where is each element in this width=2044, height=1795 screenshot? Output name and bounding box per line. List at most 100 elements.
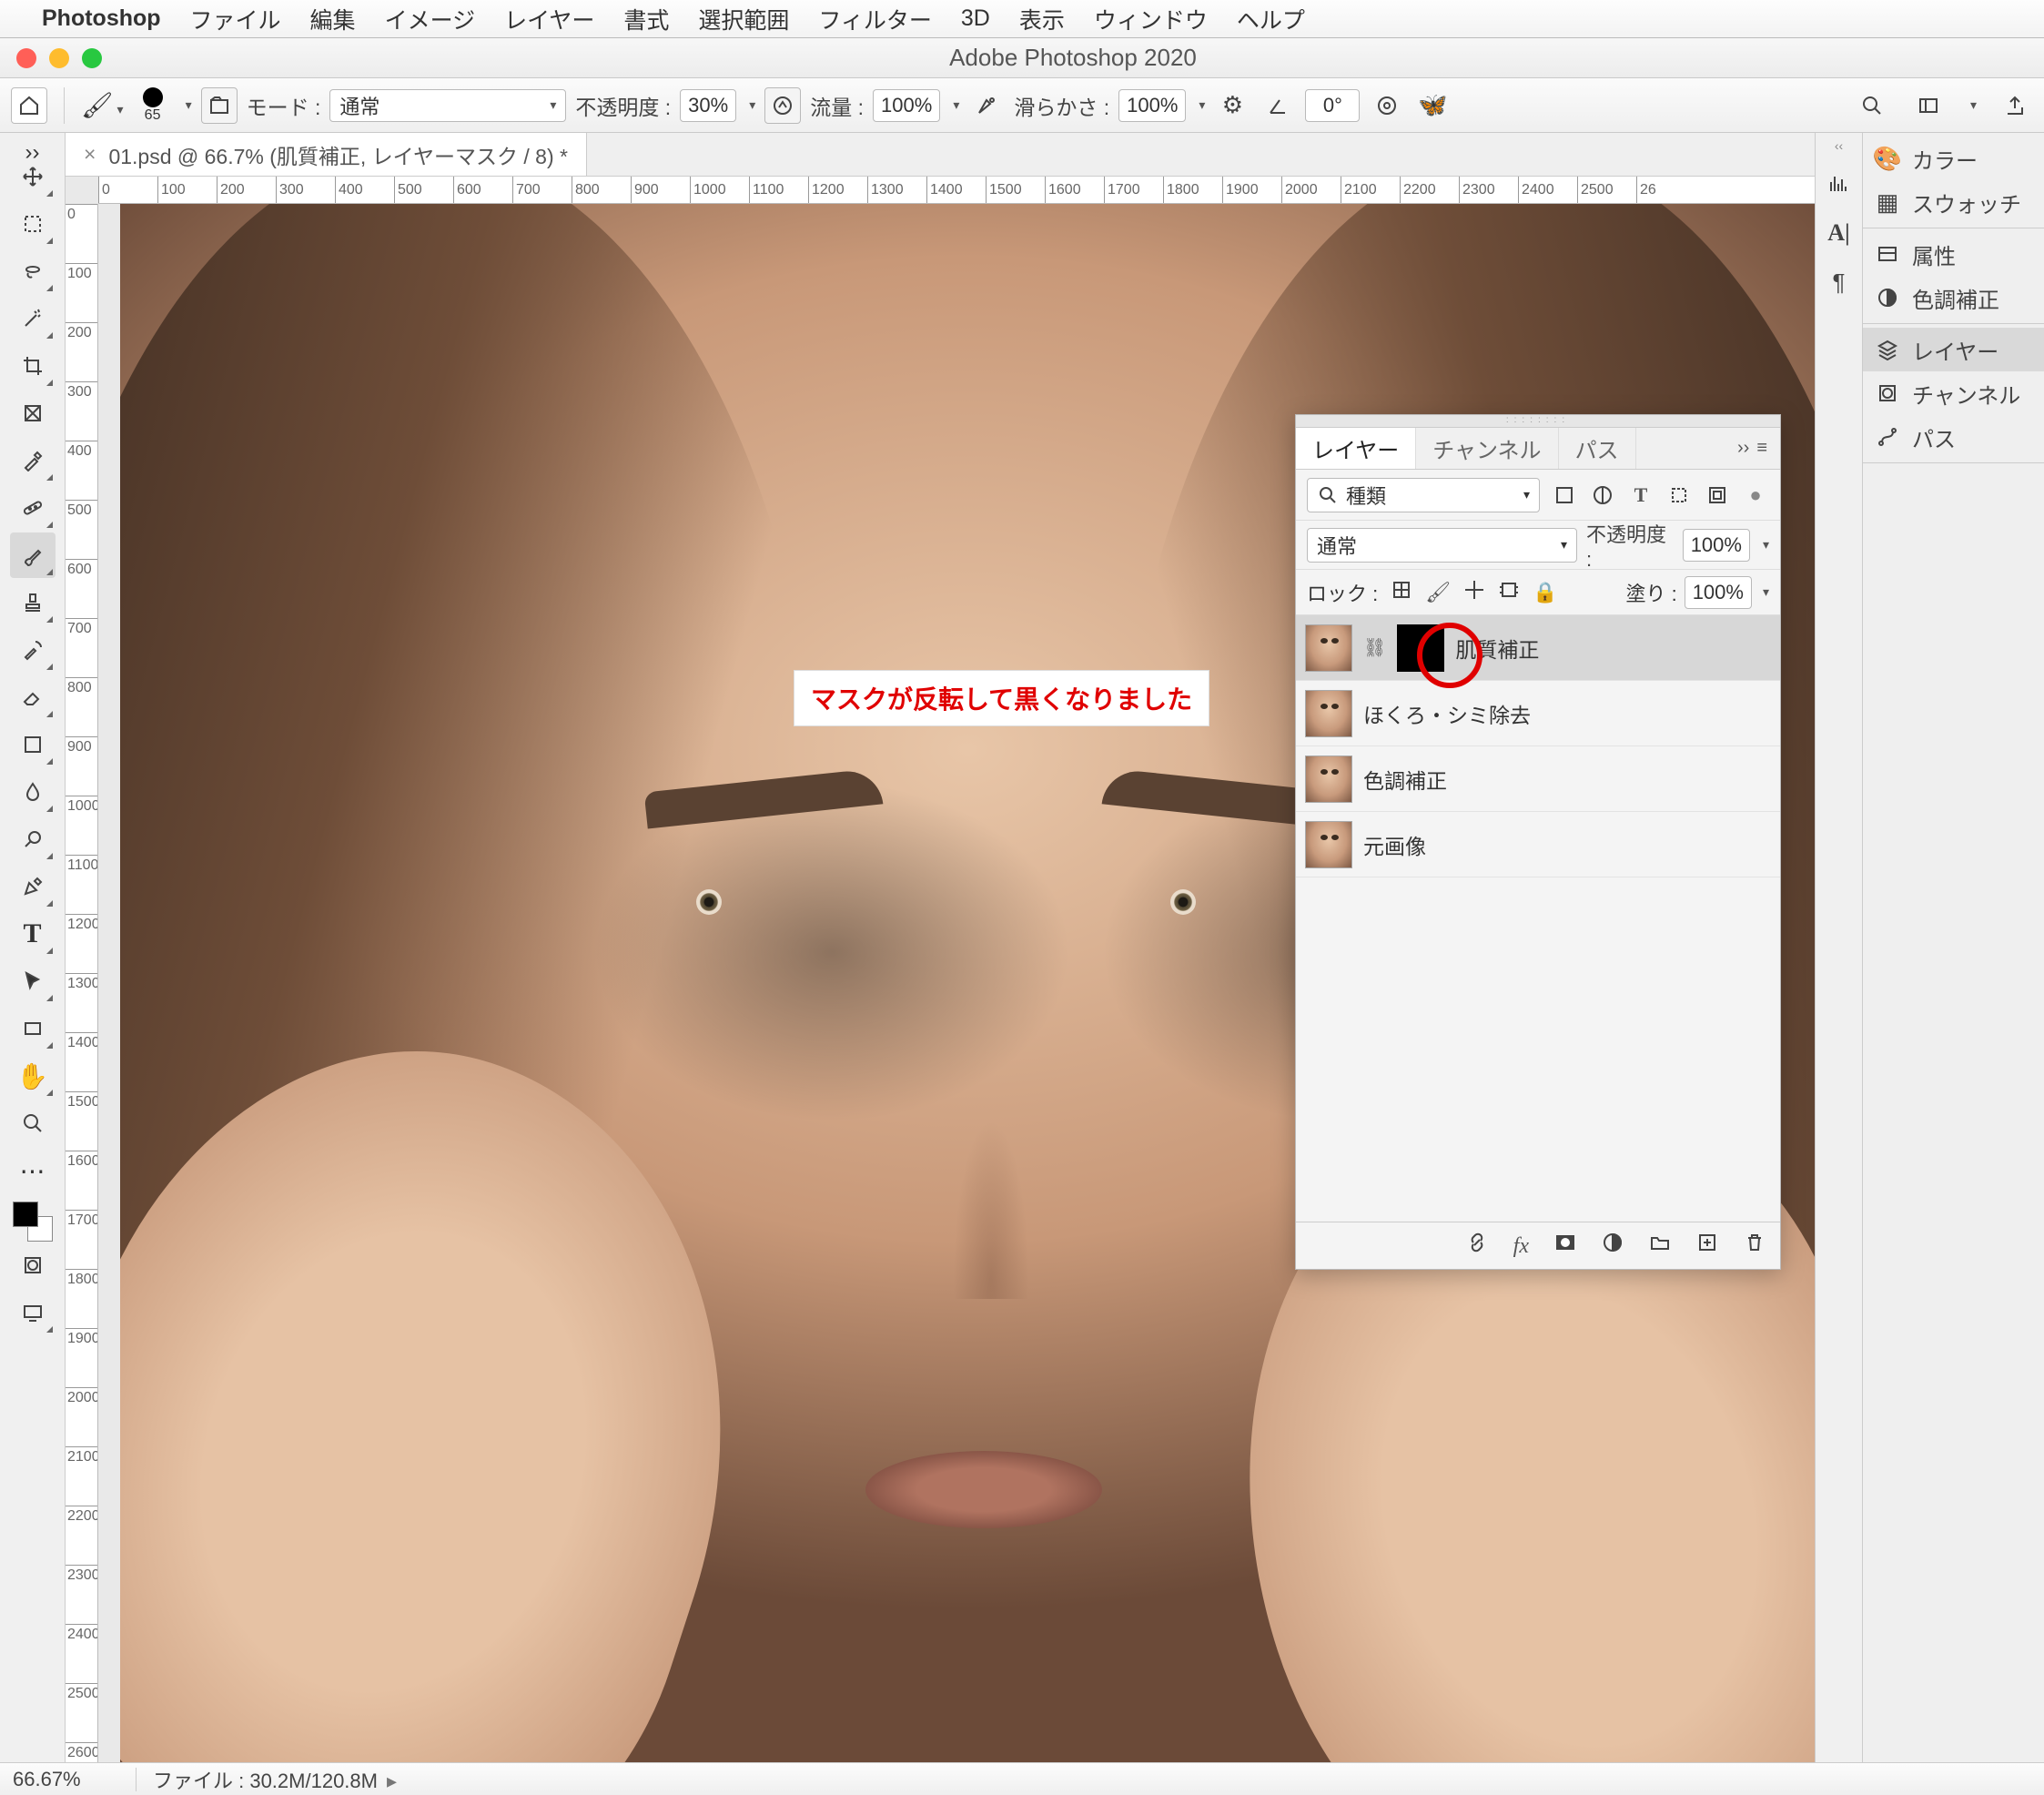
- chevron-down-icon[interactable]: ▾: [953, 97, 959, 113]
- delete-layer-button[interactable]: [1744, 1232, 1766, 1260]
- chevron-down-icon[interactable]: ▾: [1763, 584, 1769, 600]
- window-zoom-button[interactable]: [82, 48, 102, 68]
- horizontal-ruler[interactable]: 0100200300400500600700800900100011001200…: [98, 177, 1815, 204]
- pen-tool[interactable]: [10, 864, 56, 909]
- screen-mode-button[interactable]: [10, 1290, 56, 1335]
- search-button[interactable]: [1854, 87, 1890, 124]
- blur-tool[interactable]: [10, 769, 56, 815]
- document-tab[interactable]: × 01.psd @ 66.7% (肌質補正, レイヤーマスク / 8) *: [66, 133, 587, 176]
- panel-tab-layers[interactable]: レイヤー: [1863, 328, 2044, 371]
- window-minimize-button[interactable]: [49, 48, 69, 68]
- menu-file[interactable]: ファイル: [190, 3, 281, 35]
- panel-menu-button[interactable]: ››≡: [1725, 428, 1780, 469]
- lock-transparency-icon[interactable]: [1391, 579, 1412, 606]
- fill-input[interactable]: 100%: [1685, 576, 1752, 609]
- chevron-down-icon[interactable]: ▾: [1970, 97, 1977, 113]
- eyedropper-tool[interactable]: [10, 438, 56, 483]
- smoothing-input[interactable]: 100%: [1118, 89, 1186, 122]
- panel-tab-paths[interactable]: パス: [1863, 415, 2044, 459]
- dodge-tool[interactable]: [10, 816, 56, 862]
- pressure-size-toggle[interactable]: [1369, 87, 1405, 124]
- layer-thumbnail[interactable]: [1305, 624, 1352, 672]
- menu-window[interactable]: ウィンドウ: [1094, 3, 1208, 35]
- crop-tool[interactable]: [10, 343, 56, 389]
- filter-smart-icon[interactable]: [1704, 482, 1731, 509]
- close-tab-icon[interactable]: ×: [84, 142, 96, 167]
- lock-image-icon[interactable]: 🖌: [1425, 581, 1451, 604]
- opacity-input[interactable]: 30%: [680, 89, 736, 122]
- layer-thumbnail[interactable]: [1305, 821, 1352, 868]
- move-tool[interactable]: [10, 154, 56, 199]
- panel-grip-icon[interactable]: ››: [20, 140, 46, 149]
- airbrush-toggle[interactable]: [968, 87, 1005, 124]
- filter-kind-select[interactable]: 種類 ▾: [1307, 478, 1540, 512]
- layer-opacity-input[interactable]: 100%: [1683, 529, 1750, 562]
- brush-tool-icon[interactable]: 🖌▾: [81, 90, 124, 120]
- tab-paths[interactable]: パス: [1559, 428, 1636, 469]
- frame-tool[interactable]: [10, 390, 56, 436]
- filter-pixel-icon[interactable]: [1551, 482, 1578, 509]
- brush-settings-button[interactable]: [201, 87, 238, 124]
- hand-tool[interactable]: ✋: [10, 1053, 56, 1099]
- tab-channels[interactable]: チャンネル: [1416, 428, 1558, 469]
- menu-filter[interactable]: フィルター: [818, 3, 932, 35]
- gradient-tool[interactable]: [10, 722, 56, 767]
- healing-tool[interactable]: [10, 485, 56, 531]
- rectangle-tool[interactable]: [10, 1006, 56, 1051]
- layer-row[interactable]: 👁 ほくろ・シミ除去: [1296, 681, 1780, 746]
- pressure-opacity-toggle[interactable]: [764, 87, 801, 124]
- filter-type-icon[interactable]: T: [1627, 482, 1654, 509]
- panel-tab-properties[interactable]: 属性: [1863, 232, 2044, 276]
- layer-thumbnail[interactable]: [1305, 690, 1352, 737]
- layer-row[interactable]: 👁 色調補正: [1296, 746, 1780, 812]
- workspace-button[interactable]: [1910, 87, 1947, 124]
- chevron-down-icon[interactable]: ▾: [749, 97, 755, 113]
- window-close-button[interactable]: [16, 48, 36, 68]
- panel-tab-swatches[interactable]: ▦スウォッチ: [1863, 180, 2044, 224]
- chevron-down-icon[interactable]: ▾: [186, 97, 192, 113]
- filter-adjust-icon[interactable]: [1589, 482, 1616, 509]
- menu-image[interactable]: イメージ: [385, 3, 476, 35]
- color-swatches[interactable]: [13, 1202, 53, 1242]
- quick-select-tool[interactable]: [10, 296, 56, 341]
- brush-preset-picker[interactable]: 65: [133, 86, 173, 126]
- tab-layers[interactable]: レイヤー: [1296, 428, 1416, 469]
- flow-input[interactable]: 100%: [873, 89, 940, 122]
- panel-grip[interactable]: ::::::::: [1296, 415, 1780, 428]
- menu-app[interactable]: Photoshop: [42, 5, 161, 32]
- type-tool[interactable]: T: [10, 911, 56, 957]
- foreground-color[interactable]: [13, 1202, 38, 1227]
- symmetry-button[interactable]: 🦋: [1414, 87, 1451, 124]
- new-group-button[interactable]: [1649, 1232, 1671, 1260]
- edit-toolbar-button[interactable]: ⋯: [10, 1148, 56, 1193]
- layer-style-button[interactable]: fx: [1513, 1233, 1529, 1259]
- layer-name[interactable]: ほくろ・シミ除去: [1363, 698, 1531, 729]
- path-select-tool[interactable]: [10, 958, 56, 1004]
- layer-name[interactable]: 元画像: [1363, 829, 1426, 860]
- expand-panels-icon[interactable]: ‹‹: [1835, 138, 1843, 153]
- add-mask-button[interactable]: [1554, 1232, 1576, 1260]
- link-layers-button[interactable]: [1466, 1232, 1488, 1260]
- history-brush-tool[interactable]: [10, 627, 56, 673]
- new-layer-button[interactable]: [1696, 1232, 1718, 1260]
- marquee-tool[interactable]: [10, 201, 56, 247]
- home-button[interactable]: [11, 87, 47, 124]
- zoom-level[interactable]: 66.67%: [0, 1768, 137, 1791]
- mask-link-icon[interactable]: ⛓: [1363, 636, 1386, 659]
- lock-artboard-icon[interactable]: [1498, 579, 1520, 606]
- stamp-tool[interactable]: [10, 580, 56, 625]
- share-button[interactable]: [1997, 87, 2033, 124]
- file-info[interactable]: ファイル : 30.2M/120.8M▸: [137, 1765, 413, 1794]
- add-adjustment-button[interactable]: [1602, 1232, 1624, 1260]
- lock-position-icon[interactable]: [1463, 579, 1485, 606]
- histogram-panel-button[interactable]: [1821, 166, 1857, 202]
- menu-help[interactable]: ヘルプ: [1237, 3, 1305, 35]
- filter-toggle[interactable]: ●: [1742, 482, 1769, 509]
- menu-edit[interactable]: 編集: [310, 3, 356, 35]
- zoom-tool[interactable]: [10, 1100, 56, 1146]
- paragraph-panel-button[interactable]: ¶: [1821, 264, 1857, 300]
- angle-input[interactable]: 0°: [1305, 89, 1360, 122]
- layer-blend-select[interactable]: 通常 ▾: [1307, 528, 1577, 563]
- quick-mask-toggle[interactable]: [10, 1242, 56, 1288]
- menu-layer[interactable]: レイヤー: [504, 3, 594, 35]
